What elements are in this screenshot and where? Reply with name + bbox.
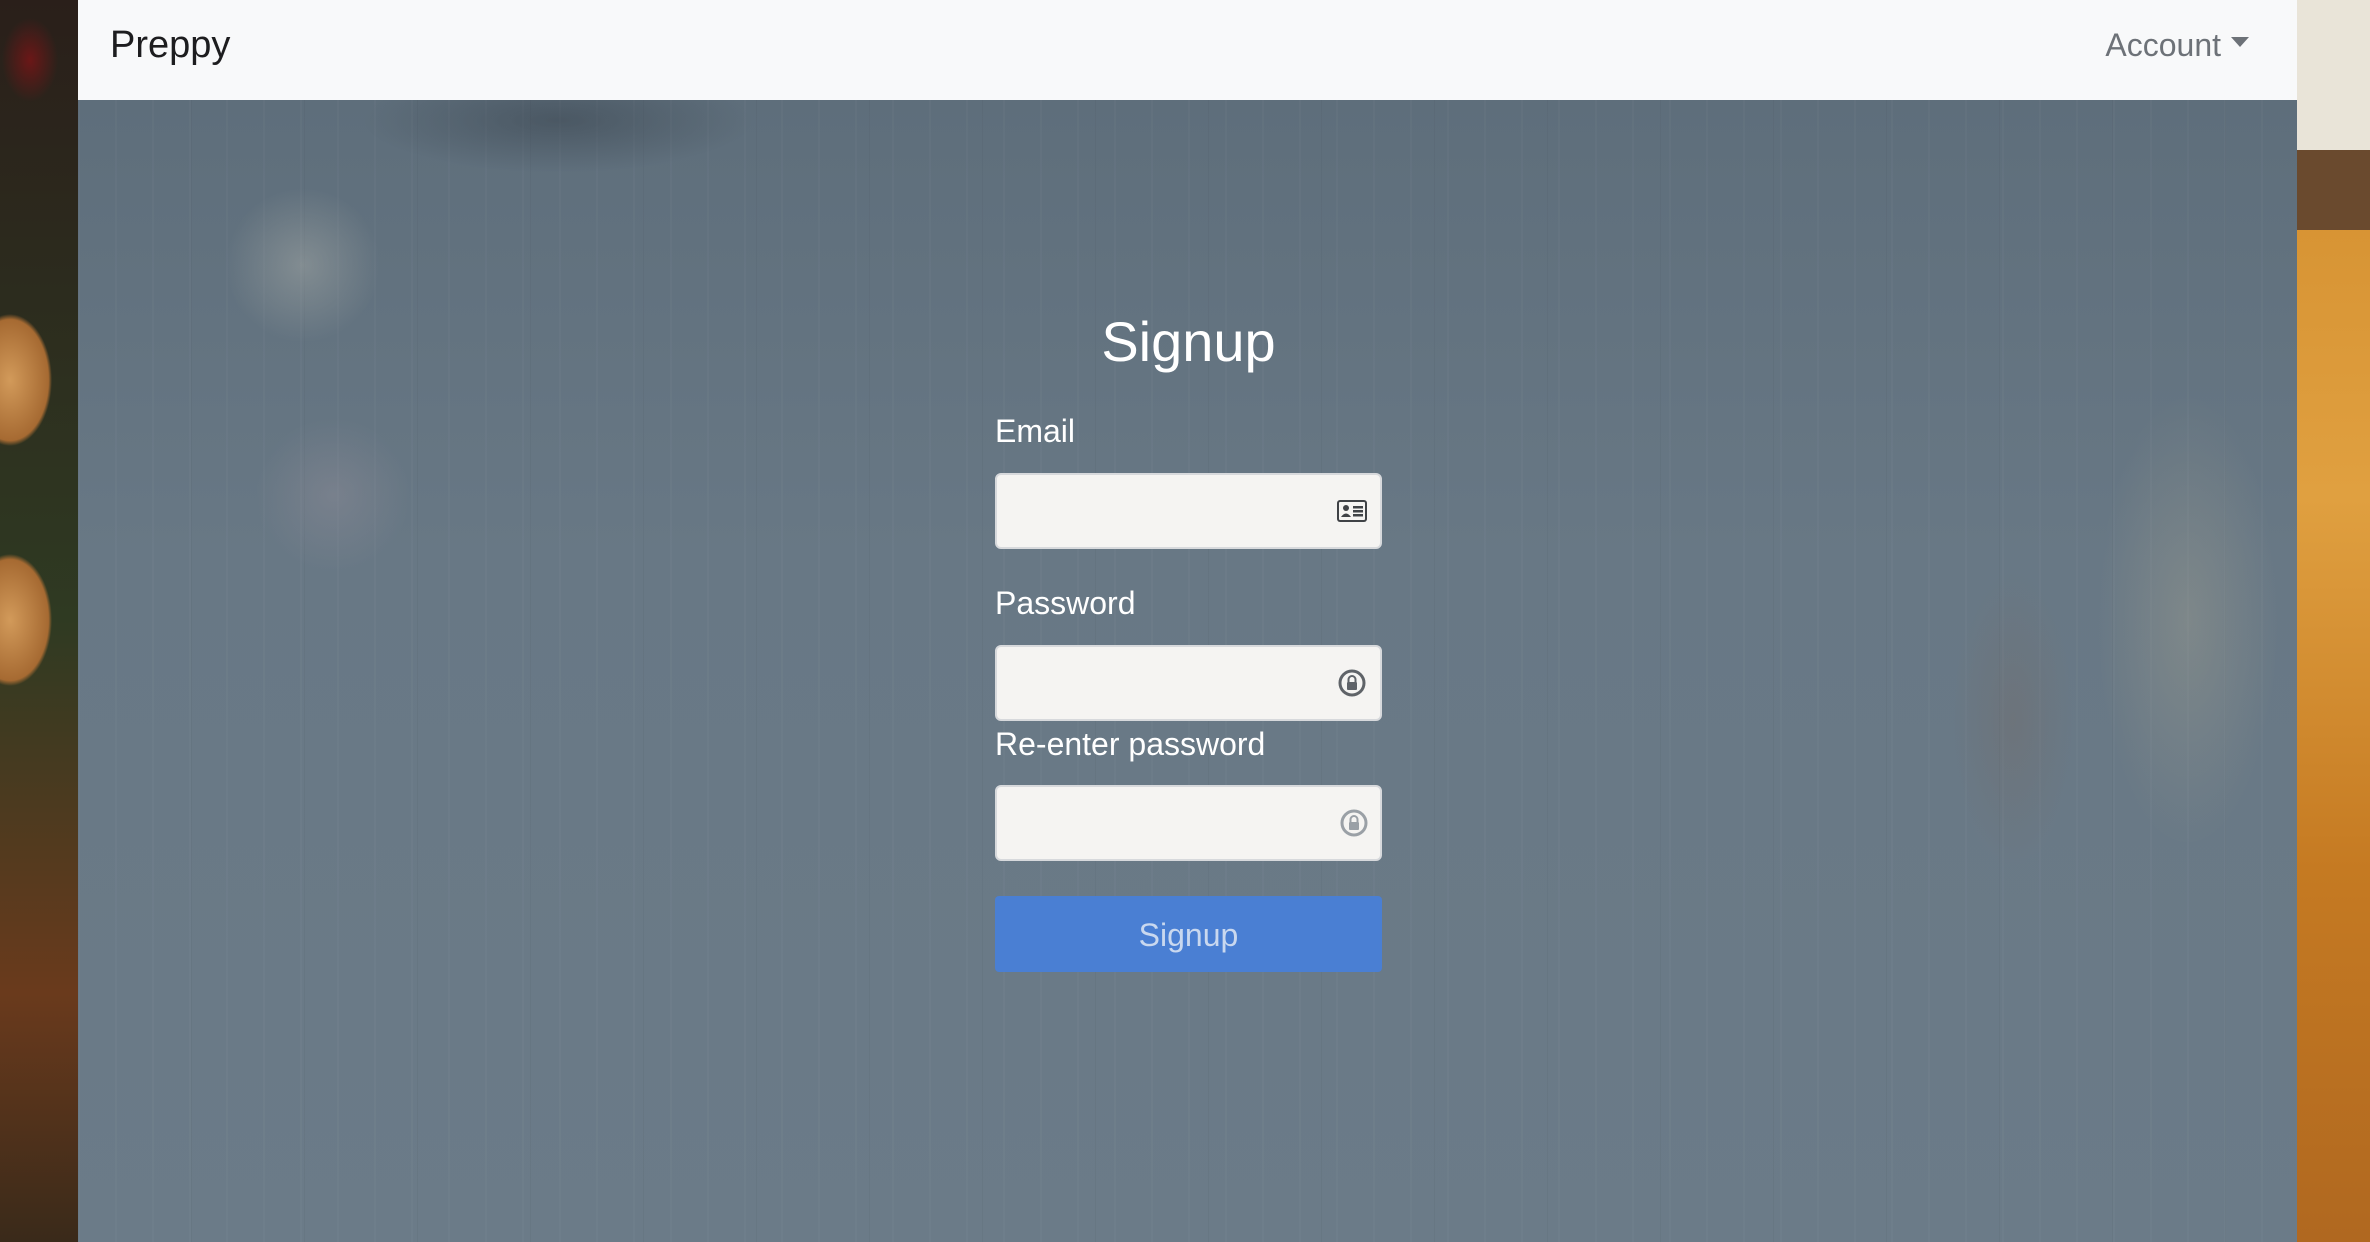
email-label: Email [995,413,1076,449]
password-label: Password [995,585,1136,621]
signup-title: Signup [1101,310,1276,373]
lock-icon [1336,669,1368,697]
signup-button[interactable]: Signup [995,896,1382,972]
email-input[interactable] [997,475,1327,547]
reenter-password-field[interactable] [995,785,1382,861]
caret-down-icon [2231,37,2249,47]
reenter-password-input[interactable] [997,787,1327,859]
email-field[interactable] [995,473,1382,549]
account-dropdown[interactable]: Account [2105,25,2249,65]
background-left-food [0,0,78,1242]
background-right-food [2297,0,2370,1242]
navbar: Preppy Account [78,0,2297,100]
brand-link[interactable]: Preppy [110,22,230,68]
password-field[interactable] [995,645,1382,721]
lock-icon [1338,809,1370,837]
id-card-icon [1336,497,1368,525]
password-input[interactable] [997,647,1327,719]
reenter-password-label: Re-enter password [995,726,1266,762]
account-label: Account [2105,27,2221,63]
